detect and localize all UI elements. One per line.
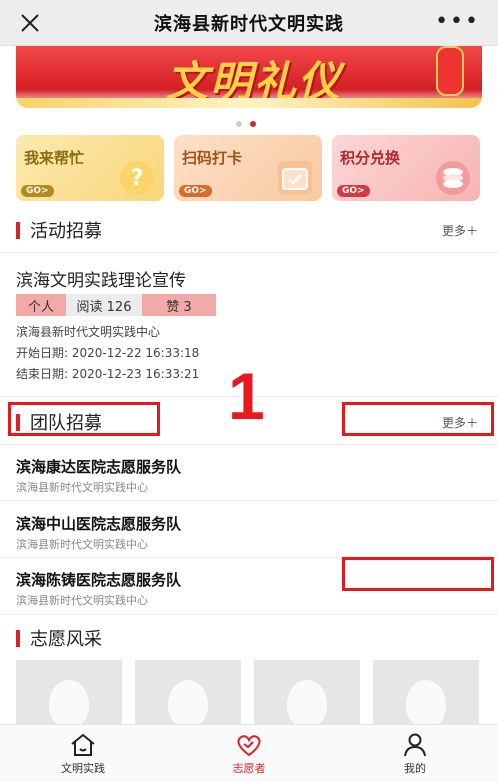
user-icon (404, 733, 426, 756)
home-icon (71, 733, 95, 756)
volunteer-photo[interactable] (135, 660, 241, 730)
annotation-marker: 1 (228, 359, 265, 433)
section-volunteer-style: 志愿风采 (16, 624, 482, 652)
read-count: 阅读 126 (66, 294, 142, 316)
title-bar: 滨海县新时代文明实践 ••• (0, 0, 498, 46)
team-org: 滨海县新时代文明实践中心 (16, 594, 148, 607)
team-item[interactable]: 滨海康达医院志愿服务队 滨海县新时代文明实践中心 (16, 456, 482, 495)
quick-link-label: 我来帮忙 (24, 149, 85, 167)
lantern-icon (436, 46, 464, 96)
team-name: 滨海中山医院志愿服务队 (16, 515, 182, 533)
page-title: 滨海县新时代文明实践 (154, 13, 344, 35)
banner-gold-stripe (16, 98, 482, 108)
team-name: 滨海康达医院志愿服务队 (16, 458, 182, 476)
activity-start-date: 开始日期: 2020-12-22 16:33:18 (16, 346, 200, 360)
avatar-placeholder-icon (49, 680, 89, 728)
activity-end-date: 结束日期: 2020-12-23 16:33:21 (16, 367, 200, 381)
carousel-dot[interactable] (236, 121, 242, 127)
divider (0, 444, 498, 445)
activity-org: 滨海县新时代文明实践中心 (16, 325, 161, 339)
like-count[interactable]: 赞 3 (142, 294, 216, 316)
bottom-tab-bar: 文明实践 志愿者 我的 (0, 724, 498, 782)
banner-carousel[interactable]: 文明礼仪 (16, 46, 482, 108)
carousel-dot-active[interactable] (250, 121, 256, 127)
coin-stack-icon (436, 161, 470, 195)
section-title: 活动招募 (30, 221, 102, 242)
close-icon[interactable] (18, 11, 42, 35)
divider (0, 252, 498, 253)
go-badge: GO> (179, 185, 212, 197)
section-bar (16, 221, 20, 239)
activity-tags: 个人 阅读 126 赞 3 (16, 294, 216, 316)
question-icon: ? (120, 161, 154, 195)
divider (0, 500, 498, 501)
tab-label: 我的 (404, 761, 426, 775)
team-org: 滨海县新时代文明实践中心 (16, 538, 148, 551)
volunteer-gallery (16, 660, 479, 730)
heart-icon (237, 734, 261, 756)
section-activity-recruit: 活动招募 更多＋ (16, 216, 482, 244)
team-item[interactable]: 滨海中山医院志愿服务队 滨海县新时代文明实践中心 (16, 513, 482, 552)
tab-label: 志愿者 (232, 761, 266, 775)
avatar-placeholder-icon (168, 680, 208, 728)
quick-link-label: 积分兑换 (340, 149, 401, 167)
volunteer-photo[interactable] (254, 660, 360, 730)
quick-link-points[interactable]: 积分兑换 GO> (332, 135, 480, 201)
quick-link-label: 扫码打卡 (182, 149, 243, 167)
annotation-box-team-title (8, 402, 160, 436)
activity-title[interactable]: 滨海文明实践理论宣传 (16, 266, 186, 291)
tag-person: 个人 (16, 294, 66, 316)
carousel-indicator (236, 121, 256, 127)
avatar-placeholder-icon (287, 680, 327, 728)
quick-link-help[interactable]: 我来帮忙 GO> ? (16, 135, 164, 201)
quick-link-checkin[interactable]: 扫码打卡 GO> (174, 135, 322, 201)
tab-mine[interactable]: 我的 (332, 725, 498, 782)
annotation-box-empty (342, 557, 494, 591)
divider (0, 614, 498, 615)
go-badge: GO> (337, 185, 370, 197)
more-link[interactable]: 更多＋ (442, 222, 478, 239)
avatar-placeholder-icon (406, 680, 446, 728)
tab-civilization-practice[interactable]: 文明实践 (0, 725, 166, 782)
more-menu-icon[interactable]: ••• (435, 11, 480, 33)
team-org: 滨海县新时代文明实践中心 (16, 481, 148, 494)
tab-label: 文明实践 (61, 761, 105, 775)
volunteer-photo[interactable] (373, 660, 479, 730)
section-title: 志愿风采 (30, 629, 102, 650)
tab-volunteer[interactable]: 志愿者 (166, 725, 332, 782)
volunteer-photo[interactable] (16, 660, 122, 730)
calendar-check-icon (278, 161, 312, 195)
go-badge: GO> (21, 185, 54, 197)
section-bar (16, 629, 20, 647)
annotation-box-more (342, 402, 494, 436)
